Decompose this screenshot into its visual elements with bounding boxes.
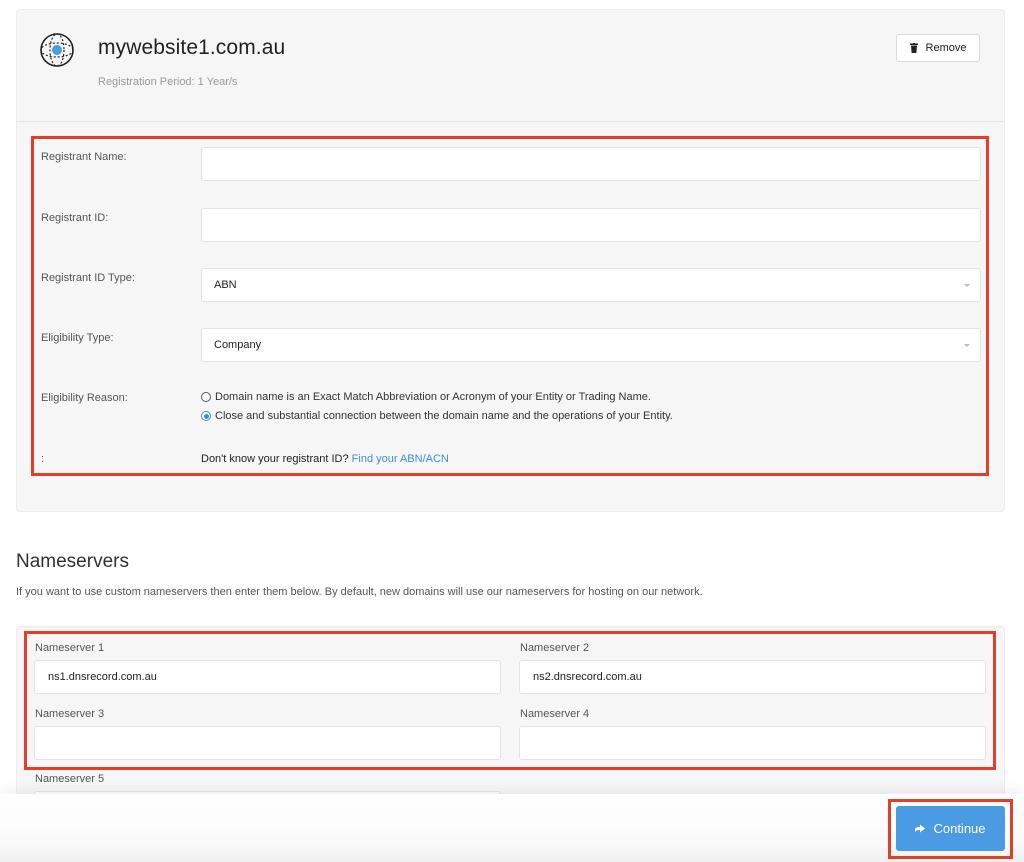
nameserver-1-label: Nameserver 1 [35, 642, 105, 654]
nameserver-3-input[interactable] [34, 726, 501, 760]
nameservers-description: If you want to use custom nameservers th… [16, 586, 703, 598]
nameserver-4-input[interactable] [519, 726, 986, 760]
domain-header: mywebsite1.com.au Registration Period: 1… [17, 10, 1004, 122]
nameserver-3-label: Nameserver 3 [35, 708, 105, 720]
eligibility-type-value: Company [214, 339, 262, 351]
nameservers-title: Nameservers [16, 551, 129, 572]
eligibility-reason-option-2-label: Close and substantial connection between… [215, 410, 673, 422]
continue-button-label: Continue [933, 821, 986, 836]
registrant-id-type-select[interactable]: ABN [201, 268, 981, 302]
trash-icon [909, 43, 918, 53]
continue-button[interactable]: Continue [896, 806, 1005, 851]
nameserver-4-label: Nameserver 4 [520, 708, 590, 720]
eligibility-reason-option-2[interactable]: Close and substantial connection between… [201, 410, 673, 422]
nameserver-2-input[interactable]: ns2.dnsrecord.com.au [519, 660, 986, 694]
registrant-id-input[interactable] [201, 208, 981, 242]
nameserver-2-label: Nameserver 2 [520, 642, 590, 654]
remove-button[interactable]: Remove [896, 34, 980, 62]
nameserver-1-input[interactable]: ns1.dnsrecord.com.au [34, 660, 501, 694]
eligibility-reason-option-1[interactable]: Domain name is an Exact Match Abbreviati… [201, 391, 651, 403]
radio-button[interactable] [201, 392, 211, 402]
find-abn-acn-link[interactable]: Find your ABN/ACN [352, 453, 449, 465]
registrant-id-type-value: ABN [214, 279, 237, 291]
bottom-action-bar [0, 794, 1024, 862]
registrant-name-input[interactable] [201, 147, 981, 181]
eligibility-type-label: Eligibility Type: [41, 332, 114, 344]
chevron-down-icon [964, 344, 970, 347]
globe-icon [40, 33, 74, 67]
eligibility-reason-label: Eligibility Reason: [41, 392, 128, 404]
help-row-label: : [41, 453, 45, 465]
remove-button-label: Remove [925, 42, 967, 54]
radio-button-selected[interactable] [201, 411, 211, 421]
registrant-id-help: Don't know your registrant ID? Find your… [201, 453, 449, 465]
registrant-id-label: Registrant ID: [41, 212, 109, 224]
chevron-down-icon [964, 284, 970, 287]
registrant-fields-highlight [31, 136, 989, 476]
registration-period: Registration Period: 1 Year/s [98, 76, 238, 88]
eligibility-reason-option-1-label: Domain name is an Exact Match Abbreviati… [215, 391, 651, 403]
eligibility-type-select[interactable]: Company [201, 328, 981, 362]
registrant-id-help-text: Don't know your registrant ID? [201, 453, 349, 465]
arrow-right-icon [915, 824, 926, 833]
registrant-name-label: Registrant Name: [41, 151, 127, 163]
registrant-id-type-label: Registrant ID Type: [41, 272, 135, 284]
domain-name: mywebsite1.com.au [98, 36, 286, 59]
nameserver-5-label: Nameserver 5 [35, 773, 105, 785]
